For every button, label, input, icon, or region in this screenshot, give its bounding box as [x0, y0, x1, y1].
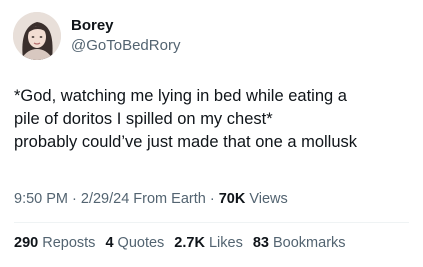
bookmarks-label: Bookmarks	[273, 235, 346, 251]
avatar-photo-icon	[13, 12, 61, 60]
bookmarks-count: 83	[252, 235, 269, 251]
quotes-count: 4	[105, 235, 114, 251]
tweet-time[interactable]: 9:50 PM	[14, 191, 68, 207]
tweet-text-line: pile of doritos I spilled on my chest*	[14, 110, 273, 128]
reposts-stat[interactable]: 290 Reposts	[14, 233, 95, 253]
author-names: Borey @GoToBedRory	[71, 16, 180, 56]
tweet-header: Borey @GoToBedRory	[13, 12, 180, 60]
divider	[14, 222, 409, 223]
tweet-date[interactable]: 2/29/24	[81, 191, 129, 207]
meta-separator: ·	[68, 191, 81, 207]
reposts-count: 290	[14, 235, 39, 251]
tweet-card: Borey @GoToBedRory *God, watching me lyi…	[0, 0, 423, 267]
reposts-label: Reposts	[42, 235, 96, 251]
tweet-text-line: *God, watching me lying in bed while eat…	[14, 87, 347, 105]
likes-stat[interactable]: 2.7K Likes	[174, 233, 243, 253]
bookmarks-stat[interactable]: 83 Bookmarks	[253, 233, 346, 253]
quotes-label: Quotes	[117, 235, 165, 251]
user-handle[interactable]: @GoToBedRory	[71, 36, 180, 56]
tweet-text-line: probably could’ve just made that one a m…	[14, 133, 358, 151]
engagement-stats: 290 Reposts 4 Quotes 2.7K Likes 83 Bookm…	[14, 233, 346, 253]
tweet-meta: 9:50 PM · 2/29/24 From Earth · 70K Views	[14, 189, 288, 209]
avatar[interactable]	[13, 12, 61, 60]
tweet-text: *God, watching me lying in bed while eat…	[14, 85, 414, 154]
tweet-source: From Earth	[129, 191, 206, 207]
quotes-stat[interactable]: 4 Quotes	[105, 233, 164, 253]
meta-separator: ·	[205, 191, 219, 207]
likes-label: Likes	[208, 235, 243, 251]
display-name[interactable]: Borey	[71, 16, 180, 36]
views-label: Views	[245, 191, 288, 207]
views-count: 70K	[218, 191, 246, 207]
likes-count: 2.7K	[174, 235, 205, 251]
